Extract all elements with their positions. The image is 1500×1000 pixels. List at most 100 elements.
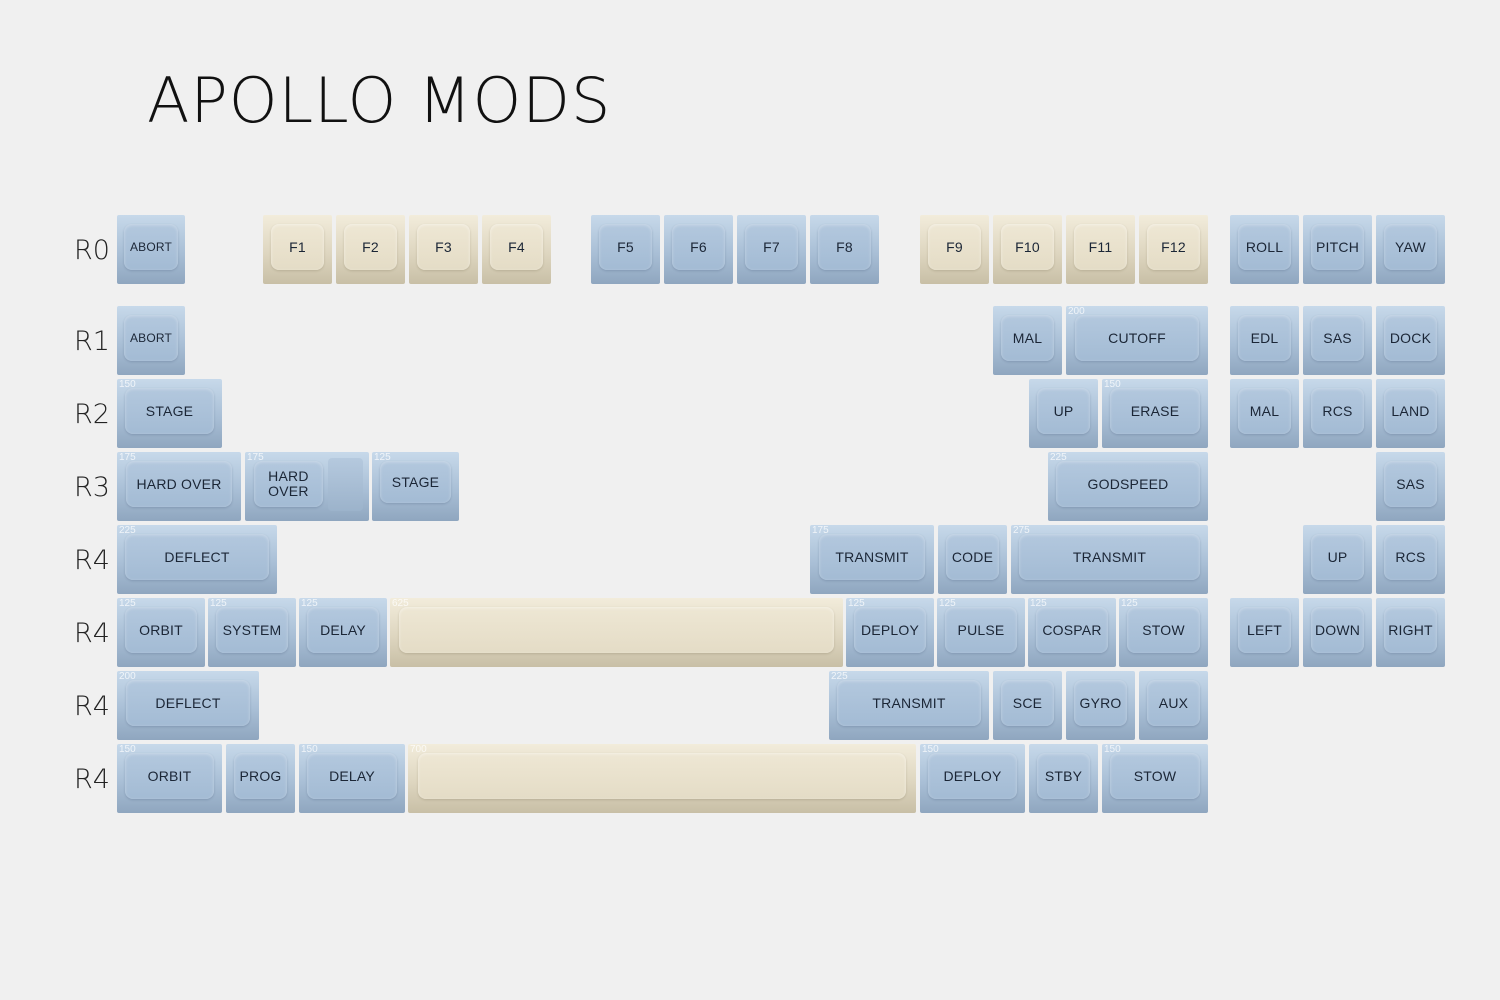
keycap-delay-125: 125 DELAY (299, 598, 387, 667)
keycap-legend: F2 (362, 238, 379, 255)
keycap-legend: RCS (1395, 548, 1426, 565)
keycap-legend: EDL (1250, 329, 1279, 346)
keycap-rcs-r4: RCS (1376, 525, 1445, 594)
keycap-up-r2: UP (1029, 379, 1098, 448)
keycap-legend: DEPLOY (861, 621, 919, 638)
keycap-deploy-125: 125 DEPLOY (846, 598, 934, 667)
row-label-r4-a: R4 (74, 545, 110, 576)
keycap-legend: ABORT (129, 239, 173, 254)
keycap-legend: F7 (763, 238, 780, 255)
keycap-orbit-125: 125 ORBIT (117, 598, 205, 667)
keycap-godspeed: 225 GODSPEED (1048, 452, 1208, 521)
keycap-deploy-150: 150 DEPLOY (920, 744, 1025, 813)
keycap-legend: UP (1053, 402, 1074, 419)
keycap-stow-150: 150 STOW (1102, 744, 1208, 813)
keycap-deflect-225: 225 DEFLECT (117, 525, 277, 594)
keycap-down: DOWN (1303, 598, 1372, 667)
keycap-transmit-175: 175 TRANSMIT (810, 525, 934, 594)
keycap-legend: F5 (617, 238, 634, 255)
keycap-legend: TRANSMIT (872, 694, 946, 711)
keycap-legend: ORBIT (139, 621, 183, 638)
keycap-delay-150: 150 DELAY (299, 744, 405, 813)
keycap-legend: F12 (1161, 238, 1186, 255)
keycap-legend: SAS (1323, 329, 1352, 346)
keycap-erase: 150 ERASE (1102, 379, 1208, 448)
keycap-edl: EDL (1230, 306, 1299, 375)
keycap-sas-r1: SAS (1303, 306, 1372, 375)
keycap-deflect-200: 200 DEFLECT (117, 671, 259, 740)
keycap-cutoff: 200 CUTOFF (1066, 306, 1208, 375)
keycap-legend: TRANSMIT (835, 548, 909, 565)
keycap-legend: YAW (1395, 238, 1426, 255)
row-label-r4-b: R4 (74, 618, 110, 649)
keycap-legend: F8 (836, 238, 853, 255)
keycap-legend: STOW (1142, 621, 1185, 638)
keycap-legend: F3 (435, 238, 452, 255)
keycap-f9: F9 (920, 215, 989, 284)
row-label-r4-d: R4 (74, 764, 110, 795)
keycap-up-r4: UP (1303, 525, 1372, 594)
keycap-f8: F8 (810, 215, 879, 284)
keycap-f5: F5 (591, 215, 660, 284)
keycap-mal-r2: MAL (1230, 379, 1299, 448)
keycap-legend: STBY (1044, 767, 1083, 784)
keycap-legend: F1 (289, 238, 306, 255)
keycap-f3: F3 (409, 215, 478, 284)
page-title: APOLLO MODS (147, 64, 612, 137)
keycap-mal-r1: MAL (993, 306, 1062, 375)
row-label-r3: R3 (74, 472, 110, 503)
keycap-legend: MAL (1249, 402, 1280, 419)
keycap-pitch: PITCH (1303, 215, 1372, 284)
row-label-r0: R0 (74, 235, 110, 266)
row-label-r4-c: R4 (74, 691, 110, 722)
row-label-r2: R2 (74, 399, 110, 430)
keycap-legend: DELAY (329, 767, 375, 784)
keycap-legend: F10 (1015, 238, 1040, 255)
keycap-spacebar-625: 625 (390, 598, 843, 667)
keycap-system: 125 SYSTEM (208, 598, 296, 667)
keycap-legend: ROLL (1245, 238, 1284, 255)
keycap-legend: SCE (1012, 694, 1043, 711)
keycap-legend: F9 (946, 238, 963, 255)
keycap-transmit-225: 225 TRANSMIT (829, 671, 989, 740)
keycap-dock: DOCK (1376, 306, 1445, 375)
keycap-legend: DOWN (1314, 621, 1361, 638)
keycap-rcs-r2: RCS (1303, 379, 1372, 448)
keycap-left: LEFT (1230, 598, 1299, 667)
keycap-stby: STBY (1029, 744, 1098, 813)
keycap-gyro: GYRO (1066, 671, 1135, 740)
keycap-pulse: 125 PULSE (937, 598, 1025, 667)
keycap-roll: ROLL (1230, 215, 1299, 284)
keycap-legend: DELAY (320, 621, 366, 638)
keycap-legend: ERASE (1130, 402, 1180, 419)
keycap-f6: F6 (664, 215, 733, 284)
keycap-legend: UP (1327, 548, 1348, 565)
keycap-legend: RCS (1322, 402, 1353, 419)
keycap-legend: F11 (1088, 238, 1113, 255)
keycap-legend: SAS (1396, 475, 1425, 492)
keycap-f7: F7 (737, 215, 806, 284)
keycap-legend: ORBIT (147, 767, 192, 784)
keycap-legend: STOW (1133, 767, 1177, 784)
keycap-legend: SYSTEM (222, 621, 282, 638)
keycap-legend: AUX (1158, 694, 1189, 711)
keycap-legend: STAGE (391, 473, 440, 490)
keycap-legend: TRANSMIT (1072, 548, 1147, 565)
keycap-transmit-275: 275 TRANSMIT (1011, 525, 1208, 594)
keycap-legend: DEFLECT (164, 548, 230, 565)
keycap-legend: PITCH (1316, 238, 1359, 255)
keycap-stage-r2: 150 STAGE (117, 379, 222, 448)
keycap-legend: RIGHT (1388, 621, 1433, 638)
keycap-legend: GODSPEED (1087, 475, 1169, 492)
keycap-f2: F2 (336, 215, 405, 284)
keycap-stage-r3: 125 STAGE (372, 452, 459, 521)
keycap-abort-r0: ABORT (117, 215, 185, 284)
keycap-cospar: 125 COSPAR (1028, 598, 1116, 667)
keycap-legend: CUTOFF (1108, 329, 1166, 346)
keycap-legend: F4 (508, 238, 525, 255)
keycap-legend: CODE (951, 548, 994, 565)
keycap-stow-125: 125 STOW (1119, 598, 1208, 667)
keycap-legend: STAGE (145, 402, 194, 419)
keycap-stepped-section (328, 458, 363, 511)
keycap-legend: DOCK (1389, 329, 1432, 346)
